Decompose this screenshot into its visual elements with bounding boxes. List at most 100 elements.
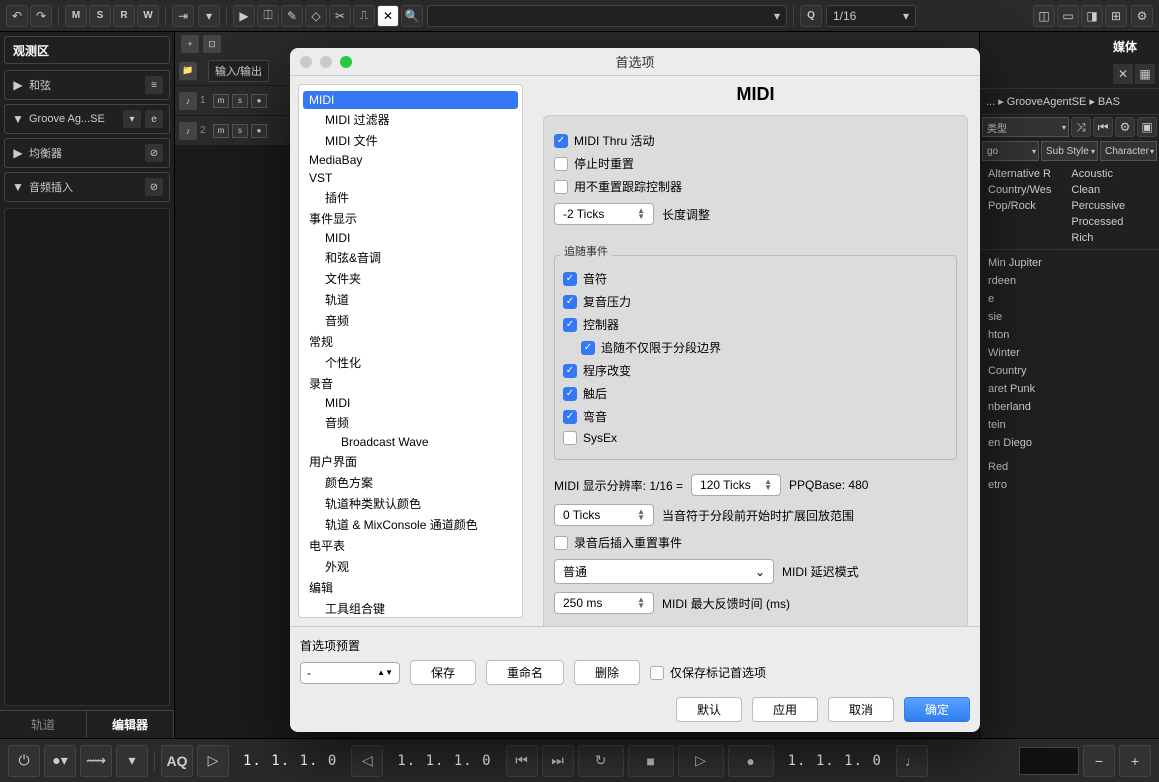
layout-3-button[interactable]: ◨ <box>1081 5 1103 27</box>
store-marked-checkbox[interactable] <box>650 666 664 680</box>
tag-item[interactable]: Processed <box>1071 215 1125 229</box>
chase-notes-checkbox[interactable]: ✓ <box>563 272 577 286</box>
chase-sysex-checkbox[interactable] <box>563 431 577 445</box>
length-adj-field[interactable]: -2 Ticks▲▼ <box>554 203 654 225</box>
preset-item[interactable]: nberland <box>980 398 1159 416</box>
tree-item[interactable]: 常规 <box>299 331 522 352</box>
bypass-icon[interactable]: ⊘ <box>145 178 163 196</box>
menu-icon[interactable]: ≡ <box>145 76 163 94</box>
type-filter[interactable]: 类型 <box>982 117 1069 137</box>
tree-item[interactable]: 轨道 <box>299 289 522 310</box>
tree-item[interactable]: 个性化 <box>299 352 522 373</box>
tree-item[interactable]: 轨道 & MixConsole 通道颜色 <box>299 514 522 535</box>
rename-button[interactable]: 重命名 <box>486 660 564 685</box>
chase-after-checkbox[interactable]: ✓ <box>563 387 577 401</box>
tree-item[interactable]: 外观 <box>299 556 522 577</box>
extend-range-field[interactable]: 0 Ticks▲▼ <box>554 504 654 526</box>
marker2-icon[interactable]: ◁ <box>351 745 383 777</box>
gear-icon[interactable]: ⚙ <box>1115 117 1135 137</box>
color-field[interactable]: ▾ <box>427 5 787 27</box>
punch-icon[interactable]: ⟿ <box>80 745 112 777</box>
preset-item[interactable]: e <box>980 290 1159 308</box>
insert-reset-checkbox[interactable] <box>554 536 568 550</box>
rec-mode-icon[interactable]: ●▾ <box>44 745 76 777</box>
inspector-row-eq[interactable]: ▶ 均衡器 ⊘ <box>4 138 170 168</box>
write-button[interactable]: W <box>137 5 159 27</box>
bypass-icon[interactable]: ⊘ <box>145 144 163 162</box>
tree-item[interactable]: 音频 <box>299 310 522 331</box>
position-display[interactable]: 1. 1. 1. 0 <box>778 753 892 769</box>
preset-item[interactable]: rdeen <box>980 272 1159 290</box>
tree-item[interactable]: 轨道种类默认颜色 <box>299 493 522 514</box>
aq-button[interactable]: AQ <box>161 745 193 777</box>
tree-item[interactable]: 编辑 <box>299 577 522 598</box>
preset-item[interactable]: sie <box>980 308 1159 326</box>
preset-item[interactable]: Red <box>980 458 1159 476</box>
preset-item[interactable]: Winter <box>980 344 1159 362</box>
redo-button[interactable]: ↷ <box>30 5 52 27</box>
cancel-button[interactable]: 取消 <box>828 697 894 722</box>
glue-tool[interactable]: ⎍ <box>353 5 375 27</box>
layout-2-button[interactable]: ▭ <box>1057 5 1079 27</box>
tree-item[interactable]: 颜色方案 <box>299 472 522 493</box>
draw-tool[interactable]: ✎ <box>281 5 303 27</box>
preset-item[interactable]: hton <box>980 326 1159 344</box>
stop-button[interactable]: ■ <box>628 745 674 777</box>
preset-item[interactable]: Min Jupiter <box>980 254 1159 272</box>
tree-item[interactable]: 事件显示 <box>299 208 522 229</box>
inspector-row-instrument[interactable]: ▼ Groove Ag...SE ▾ e <box>4 104 170 134</box>
max-feedback-field[interactable]: 250 ms▲▼ <box>554 592 654 614</box>
media-breadcrumb[interactable]: ... ▸ GrooveAgentSE ▸ BAS <box>980 88 1159 115</box>
track-mute[interactable]: m <box>213 124 229 138</box>
filter-3[interactable]: Character <box>1100 141 1157 161</box>
track-solo[interactable]: s <box>232 94 248 108</box>
zoom-out[interactable]: − <box>1083 745 1115 777</box>
tag-item[interactable]: Rich <box>1071 231 1125 245</box>
tree-item[interactable]: VST <box>299 169 522 187</box>
solo-button[interactable]: S <box>89 5 111 27</box>
prev-marker[interactable]: ⏮ <box>506 745 538 777</box>
punch-menu[interactable]: ▾ <box>116 745 148 777</box>
tree-item[interactable]: 电平表 <box>299 535 522 556</box>
chase-ctrl-checkbox[interactable] <box>554 180 568 194</box>
mute-button[interactable]: M <box>65 5 87 27</box>
tree-item[interactable]: MIDI <box>299 229 522 247</box>
inspector-row-chord[interactable]: ▶ 和弦 ≡ <box>4 70 170 100</box>
quantize-value[interactable]: 1/16▾ <box>826 5 916 27</box>
tab-track[interactable]: 轨道 <box>0 711 87 738</box>
zoom-tool[interactable]: 🔍 <box>401 5 423 27</box>
layout-4-button[interactable]: ⊞ <box>1105 5 1127 27</box>
tree-item[interactable]: 录音 <box>299 373 522 394</box>
layout-1-button[interactable]: ◫ <box>1033 5 1055 27</box>
settings-button[interactable]: ⚙ <box>1131 5 1153 27</box>
left-locator[interactable]: 1. 1. 1. 0 <box>233 753 347 769</box>
media-tab[interactable]: 媒体 <box>1101 32 1149 60</box>
edit-icon[interactable]: e <box>145 110 163 128</box>
dropdown-icon[interactable]: ▾ <box>123 110 141 128</box>
tree-item[interactable]: MediaBay <box>299 151 522 169</box>
track-mute[interactable]: m <box>213 94 229 108</box>
play-button[interactable]: ▷ <box>678 745 724 777</box>
read-button[interactable]: R <box>113 5 135 27</box>
tree-item[interactable]: 工具组合键 <box>299 598 522 618</box>
quantize-toggle[interactable]: Q <box>800 5 822 27</box>
snap-menu[interactable]: ▾ <box>198 5 220 27</box>
erase-tool[interactable]: ◇ <box>305 5 327 27</box>
tree-item[interactable]: 和弦&音调 <box>299 247 522 268</box>
range-tool[interactable]: ⎅ <box>257 5 279 27</box>
next-marker[interactable]: ⏭ <box>542 745 574 777</box>
power-icon[interactable]: ⏻ <box>8 745 40 777</box>
chase-prog-checkbox[interactable]: ✓ <box>563 364 577 378</box>
midi-thru-checkbox[interactable]: ✓ <box>554 134 568 148</box>
track-config-icon[interactable]: ⊡ <box>203 35 221 53</box>
preset-item[interactable]: etro <box>980 476 1159 494</box>
tree-item[interactable]: Broadcast Wave <box>299 433 522 451</box>
display-res-field[interactable]: 120 Ticks▲▼ <box>691 474 781 496</box>
shuffle-icon[interactable]: ⤨ <box>1071 117 1091 137</box>
track-rec[interactable]: ● <box>251 94 267 108</box>
chase-ctrl2-checkbox[interactable]: ✓ <box>563 318 577 332</box>
chase-bounds-checkbox[interactable]: ✓ <box>581 341 595 355</box>
zoom-in[interactable]: + <box>1119 745 1151 777</box>
tree-item[interactable]: MIDI <box>299 394 522 412</box>
undo-button[interactable]: ↶ <box>6 5 28 27</box>
